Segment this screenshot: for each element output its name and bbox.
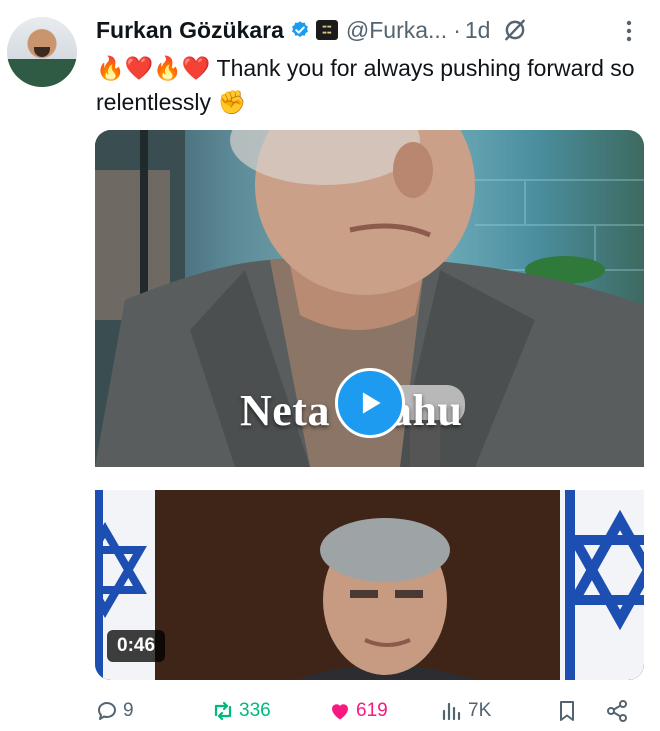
bookmark-icon [560, 701, 574, 721]
reply-icon [98, 702, 116, 720]
fist-emoji: ✊ [217, 90, 247, 116]
play-icon [362, 392, 381, 414]
tweet-emojis: 🔥❤️🔥❤️ [96, 56, 211, 82]
repost-count: 336 [239, 700, 271, 721]
more-options-icon[interactable] [626, 20, 632, 42]
author-avatar[interactable] [7, 17, 77, 87]
author-name[interactable]: Furkan Gözükara [96, 17, 284, 44]
grok-icon[interactable] [502, 17, 528, 43]
repost-icon [214, 701, 232, 721]
video-still-bottom [95, 490, 644, 680]
share-button[interactable] [605, 699, 629, 723]
repost-button[interactable]: 336 [211, 699, 271, 723]
verified-badge-icon [291, 21, 308, 38]
video-media[interactable]: Neta ahu 0:46 [95, 130, 644, 680]
video-frame-top: Neta ahu [95, 130, 644, 467]
tweet-actions: 9 336 619 7K [95, 696, 644, 726]
affiliation-badge-icon[interactable]: ▬▬ ▬▬ [315, 20, 338, 40]
views-count: 7K [468, 700, 492, 721]
bookmark-button[interactable] [555, 699, 579, 723]
tweet-timestamp[interactable]: 1d [465, 17, 491, 44]
separator-dot: · [453, 16, 461, 43]
heart-icon [332, 704, 348, 720]
tweet-text: 🔥❤️🔥❤️ Thank you for always pushing forw… [96, 52, 636, 120]
like-button[interactable]: 619 [328, 699, 388, 723]
play-button[interactable] [335, 368, 405, 438]
share-icon [607, 700, 627, 722]
reply-button[interactable]: 9 [95, 699, 134, 723]
views-button[interactable]: 7K [440, 699, 491, 723]
like-count: 619 [356, 700, 388, 721]
video-frame-bottom [95, 490, 644, 680]
video-duration: 0:46 [107, 630, 166, 662]
author-handle[interactable]: @Furka... [346, 17, 447, 44]
reply-count: 9 [123, 700, 134, 721]
tweet-header: Furkan Gözükara ▬▬ ▬▬ @Furka... · 1d [96, 14, 650, 46]
video-frame-divider [95, 467, 644, 490]
views-icon [442, 702, 461, 721]
video-caption-left: Neta [240, 386, 330, 435]
